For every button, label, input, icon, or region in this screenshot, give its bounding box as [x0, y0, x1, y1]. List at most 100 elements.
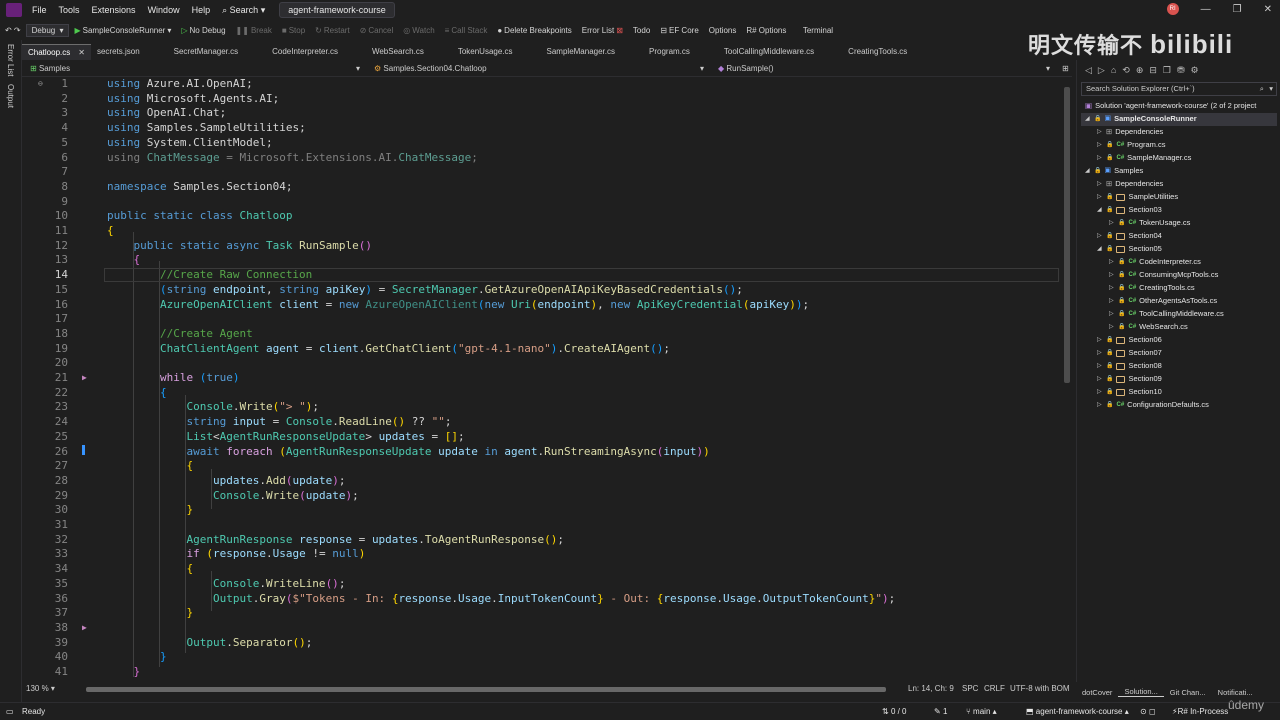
tree-item-section09[interactable]: ▷ 🔒 Section09: [1097, 373, 1162, 386]
zoom-level[interactable]: 130 % ▾: [26, 684, 55, 693]
tree-item-token-usage[interactable]: ▷ 🔒 C# TokenUsage.cs: [1109, 217, 1190, 230]
menu-file[interactable]: File: [26, 5, 53, 15]
sync-icon[interactable]: ⟲: [1122, 65, 1130, 76]
delete-breakpoints-button[interactable]: ● Delete Breakpoints: [492, 26, 576, 35]
run-button[interactable]: ▶ SampleConsoleRunner ▾: [69, 26, 176, 35]
minimize-icon[interactable]: —: [1201, 4, 1211, 15]
git-repository[interactable]: ⬒ agent-framework-course ▴: [1026, 707, 1129, 716]
menu-help[interactable]: Help: [186, 5, 217, 15]
output-side-tab[interactable]: Output: [6, 84, 15, 108]
settings-icon[interactable]: ⚙: [1191, 65, 1199, 76]
vertical-scrollbar[interactable]: [1062, 77, 1072, 682]
undo-icon[interactable]: ↶ ↷: [0, 26, 26, 35]
resharper-options-button[interactable]: R# Options: [741, 26, 791, 35]
tree-item-sample-manager[interactable]: ▷ 🔒 C# SampleManager.cs: [1097, 152, 1191, 165]
tree-item-web-search[interactable]: ▷ 🔒 C# WebSearch.cs: [1109, 321, 1188, 334]
tree-item-section05[interactable]: ◢ 🔒 Section05: [1097, 243, 1162, 256]
config-dropdown[interactable]: Debug ▾: [25, 23, 70, 37]
todo-button[interactable]: Todo: [628, 26, 655, 35]
tab-creating-tools[interactable]: CreatingTools.cs: [842, 44, 935, 60]
tree-item-dependencies[interactable]: ▷ ⊞ Dependencies: [1097, 126, 1163, 139]
tree-item-samples[interactable]: ◢ 🔒 ▣ Samples: [1085, 165, 1143, 178]
solution-node[interactable]: ▣ Solution 'agent-framework-course' (2 of…: [1085, 100, 1256, 113]
tab-secrets[interactable]: secrets.json: [91, 44, 168, 60]
tab-token-usage[interactable]: TokenUsage.cs: [452, 44, 541, 60]
tree-item-tool-calling-middleware[interactable]: ▷ 🔒 C# ToolCallingMiddleware.cs: [1109, 308, 1224, 321]
tree-item-creating-tools[interactable]: ▷ 🔒 C# CreatingTools.cs: [1109, 282, 1195, 295]
tree-item-sample-utilities[interactable]: ▷ 🔒 SampleUtilities: [1097, 191, 1178, 204]
chevron-down-icon[interactable]: ▾: [1046, 63, 1050, 75]
search-input[interactable]: Search Solution Explorer (Ctrl+`) ⌕ ▾: [1081, 82, 1277, 96]
tab-dotcover[interactable]: dotCover: [1076, 688, 1118, 697]
caret-position[interactable]: Ln: 14, Ch: 9: [908, 684, 954, 693]
cancel-button[interactable]: ⊘ Cancel: [355, 26, 399, 35]
tree-item-section08[interactable]: ▷ 🔒 Section08: [1097, 360, 1162, 373]
back-icon[interactable]: ◁: [1085, 65, 1092, 76]
tab-solution-explorer[interactable]: Solution...: [1118, 687, 1164, 697]
code-editor[interactable]: 1 ⊖ using Azure.AI.OpenAI; 2 using Microsof…: [22, 77, 1062, 682]
tree-item-consuming-mcp-tools[interactable]: ▷ 🔒 C# ConsumingMcpTools.cs: [1109, 269, 1218, 282]
pending-edits[interactable]: ✎ 1: [934, 707, 947, 716]
line-ending[interactable]: CRLF: [984, 684, 1005, 693]
close-icon[interactable]: ✕: [78, 48, 85, 57]
tab-git-changes[interactable]: Git Chan...: [1164, 688, 1212, 697]
tree-item-sample-console-runner[interactable]: ◢ 🔒 ▣ SampleConsoleRunner: [1081, 113, 1277, 126]
tab-code-interpreter[interactable]: CodeInterpreter.cs: [266, 44, 366, 60]
avatar[interactable]: RI: [1166, 3, 1179, 15]
project-name-badge[interactable]: agent-framework-course: [279, 2, 395, 18]
errors-count[interactable]: ⇅ 0 / 0: [882, 707, 907, 716]
breakpoint-arrow-icon[interactable]: ▶: [82, 621, 87, 636]
forward-icon[interactable]: ▷: [1098, 65, 1105, 76]
tab-program[interactable]: Program.cs: [643, 44, 718, 60]
tree-item-section10[interactable]: ▷ 🔒 Section10: [1097, 386, 1162, 399]
method-combo[interactable]: ◆ RunSample(): [718, 63, 774, 75]
tree-item-code-interpreter[interactable]: ▷ 🔒 C# CodeInterpreter.cs: [1109, 256, 1201, 269]
error-list-button[interactable]: Error List ⊠: [577, 26, 628, 35]
copilot-icon[interactable]: ⊙: [1140, 707, 1147, 716]
terminal-button[interactable]: Terminal: [791, 26, 838, 35]
break-button[interactable]: ❚❚ Break: [231, 26, 277, 35]
close-icon[interactable]: ✕: [1264, 4, 1272, 15]
git-branch[interactable]: ⑂ main ▴: [966, 707, 997, 716]
scroll-thumb[interactable]: [1064, 87, 1070, 383]
chevron-down-icon[interactable]: ▾: [356, 63, 360, 75]
show-all-files-icon[interactable]: ❐: [1163, 65, 1171, 76]
call-stack-button[interactable]: ≡ Call Stack: [440, 26, 493, 35]
tab-sample-manager[interactable]: SampleManager.cs: [541, 44, 643, 60]
pending-changes-icon[interactable]: ⊕: [1136, 65, 1144, 76]
run-no-debug-button[interactable]: ▷ No Debug: [176, 26, 230, 35]
collapse-all-icon[interactable]: ⊟: [1149, 65, 1157, 76]
error-list-side-tab[interactable]: Error List: [6, 44, 15, 76]
tree-item-program[interactable]: ▷ 🔒 C# Program.cs: [1097, 139, 1166, 152]
tree-item-other-agents-as-tools[interactable]: ▷ 🔒 C# OtherAgentsAsTools.cs: [1109, 295, 1217, 308]
tab-secret-manager[interactable]: SecretManager.cs: [168, 44, 266, 60]
resharper-status[interactable]: ⚡R# In-Process: [1172, 707, 1228, 716]
search-menu[interactable]: ⌕ Search ▾: [216, 5, 271, 16]
menu-window[interactable]: Window: [142, 5, 186, 15]
tree-item-dependencies[interactable]: ▷ ⊞ Dependencies: [1097, 178, 1163, 191]
collapse-icon[interactable]: ⊖: [38, 77, 43, 92]
tab-web-search[interactable]: WebSearch.cs: [366, 44, 452, 60]
watch-button[interactable]: ◎ Watch: [398, 26, 439, 35]
split-editor-icon[interactable]: ⊞: [1062, 63, 1069, 75]
indent-mode[interactable]: SPC: [962, 684, 978, 693]
tab-chatloop[interactable]: Chatloop.cs ✕: [22, 44, 91, 60]
home-icon[interactable]: ⌂: [1111, 65, 1116, 75]
ef-core-button[interactable]: ⊟ EF Core: [655, 26, 704, 35]
chevron-down-icon[interactable]: ▾: [700, 63, 704, 75]
menu-tools[interactable]: Tools: [53, 5, 86, 15]
maximize-icon[interactable]: ❐: [1233, 4, 1242, 15]
tree-item-section03[interactable]: ◢ 🔒 Section03: [1097, 204, 1162, 217]
tree-item-section04[interactable]: ▷ 🔒 Section04: [1097, 230, 1162, 243]
bell-icon[interactable]: ◻: [1149, 707, 1156, 716]
stop-button[interactable]: ■ Stop: [277, 26, 310, 35]
file-encoding[interactable]: UTF-8 with BOM: [1010, 684, 1070, 693]
restart-button[interactable]: ↻ Restart: [310, 26, 355, 35]
filter-icon[interactable]: ⛃: [1177, 65, 1185, 76]
tab-notifications[interactable]: Notificati...: [1212, 688, 1259, 697]
class-combo[interactable]: ⚙ Samples.Section04.Chatloop: [374, 63, 487, 75]
tree-item-section07[interactable]: ▷ 🔒 Section07: [1097, 347, 1162, 360]
project-combo[interactable]: ⊞ Samples: [30, 63, 70, 75]
breakpoint-arrow-icon[interactable]: ▶: [82, 371, 87, 386]
tree-item-section06[interactable]: ▷ 🔒 Section06: [1097, 334, 1162, 347]
